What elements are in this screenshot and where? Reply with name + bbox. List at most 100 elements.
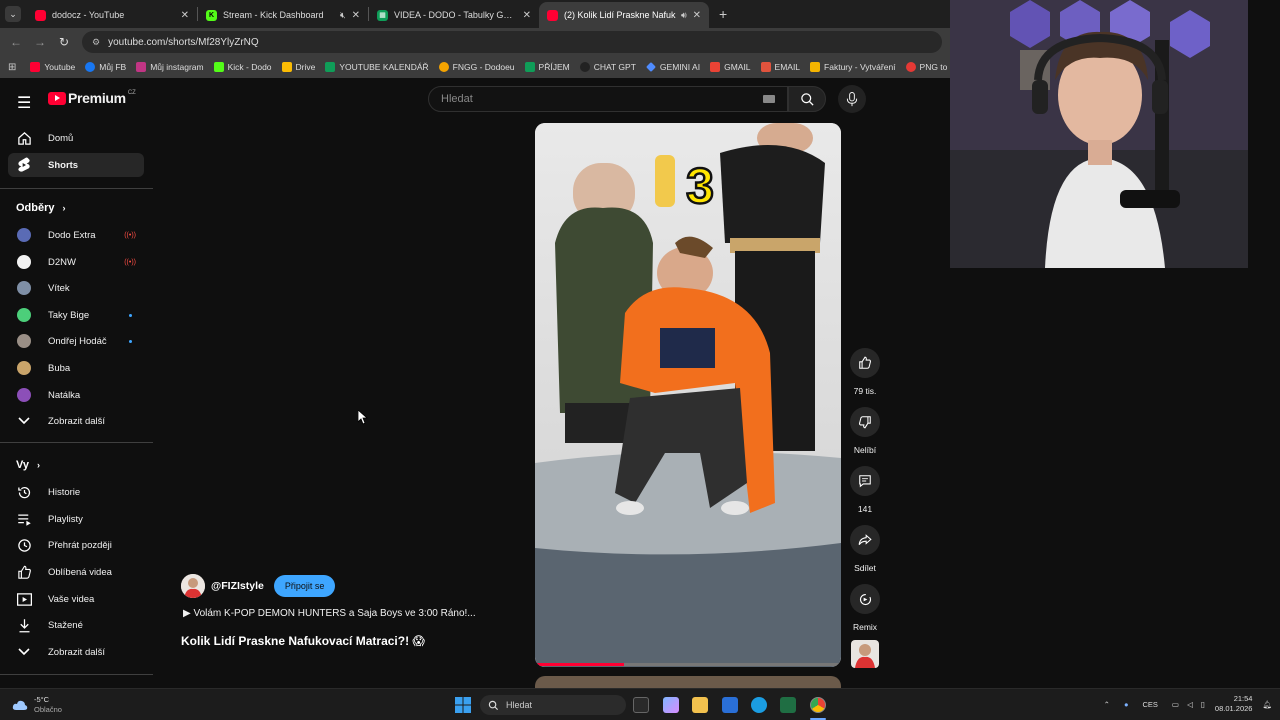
bookmark-item[interactable]: PŘÍJEM <box>524 62 570 72</box>
dislike-button[interactable]: Nelíbí <box>849 407 881 455</box>
show-hidden-icons-icon[interactable]: ⌃ <box>1104 700 1110 709</box>
search-icon <box>800 92 814 106</box>
language-indicator[interactable]: CES <box>1142 700 1157 709</box>
sidebar-item-watch-later[interactable]: Přehrát později <box>8 533 144 557</box>
sidebar-item-vitek[interactable]: Vítek <box>8 276 144 300</box>
short-video-player[interactable]: 3 <box>535 123 841 667</box>
forward-icon[interactable]: → <box>28 35 52 49</box>
bookmark-item[interactable]: Kick - Dodo <box>213 62 272 72</box>
audio-track-thumbnail[interactable] <box>849 640 881 673</box>
menu-icon[interactable]: ☰ <box>17 93 31 113</box>
edge-icon[interactable] <box>751 697 767 713</box>
close-tab-icon[interactable]: ✕ <box>693 10 701 21</box>
tab-kick-dashboard[interactable]: K Stream - Kick Dashboard 🔇︎ ✕ <box>198 2 368 28</box>
tab-muted-icon[interactable]: 🔇︎ <box>340 10 346 21</box>
bookmark-item[interactable]: Můj FB <box>85 62 126 72</box>
sidebar-item-natalka[interactable]: Natálka <box>8 383 144 407</box>
notification-bell-icon[interactable]: 🔔︎ <box>1262 700 1272 709</box>
sidebar-item-label: Zobrazit další <box>48 646 106 658</box>
bookmark-item[interactable]: YOUTUBE KALENDÁŘ <box>325 62 429 72</box>
file-explorer-icon[interactable] <box>692 697 708 713</box>
taskbar-search-input[interactable]: Hledat <box>480 695 626 715</box>
sidebar-item-downloads[interactable]: Stažené <box>8 613 144 637</box>
bookmark-item[interactable]: FNGG - Dodoeu <box>438 62 515 72</box>
sidebar-item-buba[interactable]: Buba <box>8 356 144 380</box>
sidebar-show-more-you[interactable]: Zobrazit další <box>8 640 144 664</box>
home-icon <box>16 131 32 146</box>
share-button[interactable]: Sdílet <box>849 525 881 573</box>
sidebar-item-liked-videos[interactable]: Oblíbená videa <box>8 560 144 584</box>
bookmarks-bar: ⊞ Youtube Můj FB Můj instagram Kick - Do… <box>0 56 950 78</box>
battery-icon[interactable]: ▯ <box>1201 700 1205 709</box>
reload-icon[interactable]: ↻ <box>52 35 76 49</box>
comments-button[interactable]: 141 <box>849 466 881 514</box>
channel-name[interactable]: @FIZIstyle <box>211 580 264 592</box>
related-video-link[interactable]: ▶ Volám K-POP DEMON HUNTERS a Saja Boys … <box>183 608 476 619</box>
watch-later-icon <box>16 538 32 553</box>
tab-active-short[interactable]: (2) Kolik Lidí Praskne Nafuk 🔊︎ ✕ <box>539 2 709 28</box>
close-tab-icon[interactable]: ✕ <box>523 10 531 21</box>
address-bar[interactable]: ⚙︎ youtube.com/shorts/Mf28YlyZrNQ <box>82 31 942 53</box>
bookmark-item[interactable]: Youtube <box>30 62 75 72</box>
sidebar-show-more-subs[interactable]: Zobrazit další <box>8 409 144 433</box>
bookmark-label: PŘÍJEM <box>538 62 570 72</box>
tab-search-icon[interactable]: ⌄ <box>5 6 21 22</box>
like-button[interactable]: 79 tis. <box>849 348 881 396</box>
bookmark-item[interactable]: GEMINI AI <box>645 62 700 72</box>
video-progress-fill[interactable] <box>535 663 624 666</box>
youtube-premium-logo[interactable]: Premium CZ <box>48 90 136 106</box>
bookmark-item[interactable]: Můj instagram <box>136 62 204 72</box>
tab-dodocz-youtube[interactable]: dodocz - YouTube ✕ <box>27 2 197 28</box>
excel-icon[interactable] <box>780 697 796 713</box>
site-info-icon[interactable]: ⚙︎ <box>92 37 100 48</box>
task-view-icon[interactable] <box>633 697 649 713</box>
bookmark-item[interactable]: EMAIL <box>760 62 800 72</box>
bookmark-item[interactable]: Faktury - Vytváření <box>810 62 896 72</box>
sidebar-item-ondrej-hodac[interactable]: Ondřej Hodáč <box>8 329 144 353</box>
sidebar-item-your-videos[interactable]: Vaše videa <box>8 587 144 611</box>
avatar <box>17 334 31 348</box>
windows-start-icon <box>455 697 471 713</box>
new-tab-button[interactable]: + <box>719 6 727 22</box>
sidebar-item-dodo-extra[interactable]: Dodo Extra ((•)) <box>8 223 144 247</box>
close-tab-icon[interactable]: ✕ <box>352 10 360 21</box>
chrome-icon[interactable] <box>810 697 826 713</box>
sidebar: Domů Shorts Odběry › Dodo Extra ((•)) D2N… <box>0 122 153 688</box>
sidebar-item-shorts[interactable]: Shorts <box>8 153 144 177</box>
copilot-icon[interactable] <box>663 697 679 713</box>
remix-button[interactable]: Remix <box>849 584 881 632</box>
subscriptions-heading[interactable]: Odběry › <box>16 202 66 214</box>
bookmark-item[interactable]: GMAIL <box>710 62 751 72</box>
network-icon[interactable]: ▭ <box>1172 700 1179 709</box>
bookmark-item[interactable]: PNG to PD <box>905 62 950 72</box>
bookmark-item[interactable]: CHAT GPT <box>579 62 636 72</box>
close-tab-icon[interactable]: ✕ <box>181 10 189 21</box>
outlook-icon[interactable] <box>722 697 738 713</box>
back-icon[interactable]: ← <box>4 35 28 49</box>
sidebar-item-history[interactable]: Historie <box>8 480 144 504</box>
keyboard-icon[interactable] <box>763 95 775 103</box>
sidebar-item-playlists[interactable]: Playlisty <box>8 507 144 531</box>
voice-search-button[interactable] <box>838 85 866 113</box>
next-short-preview[interactable] <box>535 676 841 688</box>
sidebar-item-label: Domů <box>48 132 74 144</box>
bookmark-item[interactable]: Drive <box>281 62 315 72</box>
clock[interactable]: 21:54 08.01.2026 <box>1215 694 1253 714</box>
you-heading[interactable]: Vy › <box>16 459 40 471</box>
channel-avatar[interactable] <box>181 574 205 598</box>
avatar <box>17 228 31 242</box>
sidebar-item-home[interactable]: Domů <box>8 126 144 150</box>
sidebar-item-taky-bige[interactable]: Taky Bige <box>8 303 144 327</box>
weather-widget[interactable]: -5°C Oblačno <box>12 695 62 715</box>
volume-icon[interactable]: ◁ <box>1187 700 1193 709</box>
webcam-feed <box>950 0 1248 268</box>
search-button[interactable] <box>788 86 826 112</box>
join-button[interactable]: Připojit se <box>273 575 336 597</box>
microphone-tray-icon[interactable]: ● <box>1124 700 1129 709</box>
search-input[interactable]: Hledat <box>428 86 788 112</box>
sidebar-item-d2nw[interactable]: D2NW ((•)) <box>8 250 144 274</box>
tab-audio-icon[interactable]: 🔊︎ <box>681 10 687 21</box>
start-button[interactable] <box>455 697 471 718</box>
tab-google-sheets[interactable]: ▦ VIDEA - DODO - Tabulky Goog ✕ <box>369 2 539 28</box>
apps-grid-icon[interactable]: ⊞ <box>8 62 16 73</box>
